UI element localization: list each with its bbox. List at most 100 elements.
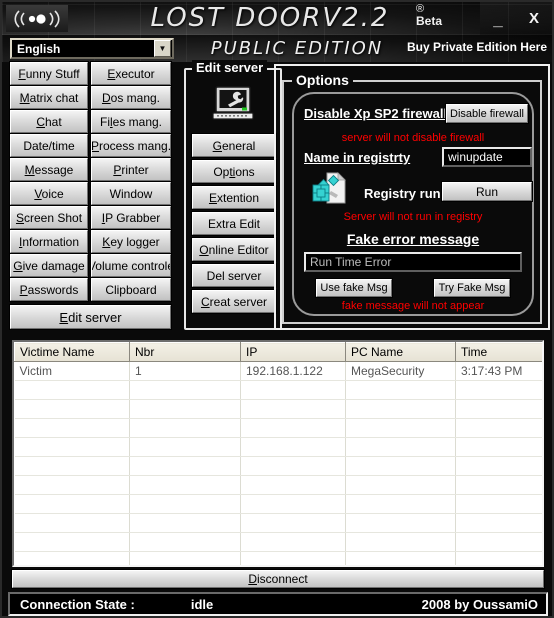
feature-button-screen-shot[interactable]: Screen Shot bbox=[9, 205, 89, 230]
table-cell-empty bbox=[240, 494, 346, 514]
feature-button-give-damage[interactable]: Give damage bbox=[9, 253, 89, 278]
edit-server-item-options[interactable]: Options bbox=[191, 159, 277, 184]
feature-button-printer[interactable]: Printer bbox=[90, 157, 172, 182]
table-cell-empty bbox=[129, 551, 241, 565]
edit-server-item-label: Del server bbox=[206, 268, 262, 283]
table-row-empty[interactable] bbox=[14, 475, 542, 495]
column-header-nbr[interactable]: Nbr bbox=[129, 342, 241, 362]
column-header-time[interactable]: Time bbox=[455, 342, 542, 362]
try-fake-msg-button[interactable]: Try Fake Msg bbox=[433, 278, 511, 298]
table-row-empty[interactable] bbox=[14, 418, 542, 438]
table-row-empty[interactable] bbox=[14, 513, 542, 533]
table-row-empty[interactable] bbox=[14, 551, 542, 565]
language-select[interactable]: English ▼ bbox=[10, 38, 174, 59]
registry-status-text: Server will not run in registry bbox=[343, 211, 483, 223]
feature-button-chat[interactable]: Chat bbox=[9, 109, 89, 134]
table-cell-empty bbox=[240, 399, 346, 419]
edit-server-item-creat-server[interactable]: Creat server bbox=[191, 289, 277, 314]
table-cell-empty bbox=[455, 418, 542, 438]
table-cell-empty bbox=[240, 513, 346, 533]
feature-button-funny-stuff[interactable]: Funny Stuff bbox=[9, 61, 89, 86]
feature-button-label: Process mang. bbox=[91, 138, 171, 153]
feature-button-passwords[interactable]: Passwords bbox=[9, 277, 89, 302]
feature-button-information[interactable]: Information bbox=[9, 229, 89, 254]
table-cell-empty bbox=[345, 475, 456, 495]
table-cell-empty bbox=[455, 494, 542, 514]
edit-server-item-extra-edit[interactable]: Extra Edit bbox=[191, 211, 277, 236]
app-logo bbox=[6, 5, 68, 32]
fake-error-input[interactable]: Run Time Error bbox=[304, 252, 522, 272]
registry-run-label: Registry run bbox=[364, 186, 441, 201]
table-row-empty[interactable] bbox=[14, 380, 542, 400]
feature-button-label: Date/time bbox=[23, 138, 75, 153]
table-row-empty[interactable] bbox=[14, 532, 542, 552]
table-row-empty[interactable] bbox=[14, 399, 542, 419]
table-cell-empty bbox=[14, 551, 130, 565]
table-cell-empty bbox=[129, 475, 241, 495]
feature-button-date-time[interactable]: Date/time bbox=[9, 133, 89, 158]
table-cell-empty bbox=[345, 551, 456, 565]
use-fake-msg-button[interactable]: Use fake Msg bbox=[315, 278, 393, 298]
table-cell-empty bbox=[14, 418, 130, 438]
edit-server-group: Edit server General Options Extention Extra… bbox=[184, 60, 282, 330]
disconnect-text: Disconnect bbox=[248, 572, 308, 586]
feature-button-ip-grabber[interactable]: IP Grabber bbox=[90, 205, 172, 230]
edit-server-item-online-editor[interactable]: Online Editor bbox=[191, 237, 277, 262]
table-row-empty[interactable] bbox=[14, 456, 542, 476]
feature-button-dos-mang[interactable]: Dos mang. bbox=[90, 85, 172, 110]
table-cell-empty bbox=[240, 532, 346, 552]
feature-button-label: Chat bbox=[36, 114, 62, 129]
feature-button-process-mang[interactable]: Process mang. bbox=[90, 133, 172, 158]
fake-error-value: Run Time Error bbox=[310, 255, 392, 269]
feature-button-clipboard[interactable]: Clipboard bbox=[90, 277, 172, 302]
feature-button-label: Voice bbox=[34, 186, 64, 201]
registry-name-input[interactable]: winupdate bbox=[442, 147, 532, 167]
feature-button-label: Matrix chat bbox=[19, 90, 79, 105]
table-cell-empty bbox=[455, 475, 542, 495]
column-header-pc-name[interactable]: PC Name bbox=[345, 342, 456, 362]
feature-button-window[interactable]: Window bbox=[90, 181, 172, 206]
edit-server-item-label: Creat server bbox=[200, 294, 268, 309]
edit-server-item-general[interactable]: General bbox=[191, 133, 277, 158]
table-cell: 1 bbox=[129, 361, 241, 381]
registry-name-value: winupdate bbox=[448, 150, 503, 164]
disable-firewall-button[interactable]: Disable firewall bbox=[445, 103, 529, 124]
edit-server-item-label: Extention bbox=[208, 190, 260, 205]
feature-button-matrix-chat[interactable]: Matrix chat bbox=[9, 85, 89, 110]
table-cell-empty bbox=[14, 494, 130, 514]
try-fake-msg-label: Try Fake Msg bbox=[438, 282, 506, 294]
table-cell-empty bbox=[14, 475, 130, 495]
chevron-down-icon[interactable]: ▼ bbox=[154, 40, 171, 57]
feature-button-label: Passwords bbox=[19, 282, 79, 297]
feature-button-volume-controle[interactable]: Volume controle bbox=[90, 253, 172, 278]
edit-server-button-label: Edit server bbox=[59, 309, 122, 325]
edit-server-button[interactable]: Edit server bbox=[9, 304, 172, 330]
feature-button-message[interactable]: Message bbox=[9, 157, 89, 182]
table-cell-empty bbox=[240, 456, 346, 476]
table-row-empty[interactable] bbox=[14, 437, 542, 457]
minimize-button[interactable]: _ bbox=[480, 2, 516, 35]
table-row[interactable]: Victim 1 192.168.1.122 MegaSecurity 3:17:43 … bbox=[14, 361, 542, 381]
column-header-ip[interactable]: IP bbox=[240, 342, 346, 362]
feature-button-files-mang[interactable]: Files mang. bbox=[90, 109, 172, 134]
table-cell-empty bbox=[129, 456, 241, 476]
table-cell-empty bbox=[455, 551, 542, 565]
feature-button-key-logger[interactable]: Key logger bbox=[90, 229, 172, 254]
table-row-empty[interactable] bbox=[14, 494, 542, 514]
use-fake-msg-label: Use fake Msg bbox=[320, 282, 388, 294]
buy-private-edition-link[interactable]: Buy Private Edition Here bbox=[407, 40, 547, 54]
disconnect-button[interactable]: Disconnect bbox=[11, 569, 545, 589]
edit-server-item-extention[interactable]: Extention bbox=[191, 185, 277, 210]
table-cell-empty bbox=[345, 513, 456, 533]
registry-run-button[interactable]: Run bbox=[441, 181, 533, 202]
victims-table-container[interactable]: Victime Name Nbr IP PC Name Time Victim 1 192.… bbox=[12, 340, 544, 567]
feature-button-executor[interactable]: Executor bbox=[90, 61, 172, 86]
edit-server-item-del-server[interactable]: Del server bbox=[191, 263, 277, 288]
close-button[interactable]: X bbox=[516, 2, 552, 35]
feature-button-label: Volume controle bbox=[91, 258, 171, 273]
table-cell-empty bbox=[14, 456, 130, 476]
table-cell-empty bbox=[345, 456, 456, 476]
table-cell-empty bbox=[240, 418, 346, 438]
column-header-victime-name[interactable]: Victime Name bbox=[14, 342, 130, 362]
feature-button-voice[interactable]: Voice bbox=[9, 181, 89, 206]
